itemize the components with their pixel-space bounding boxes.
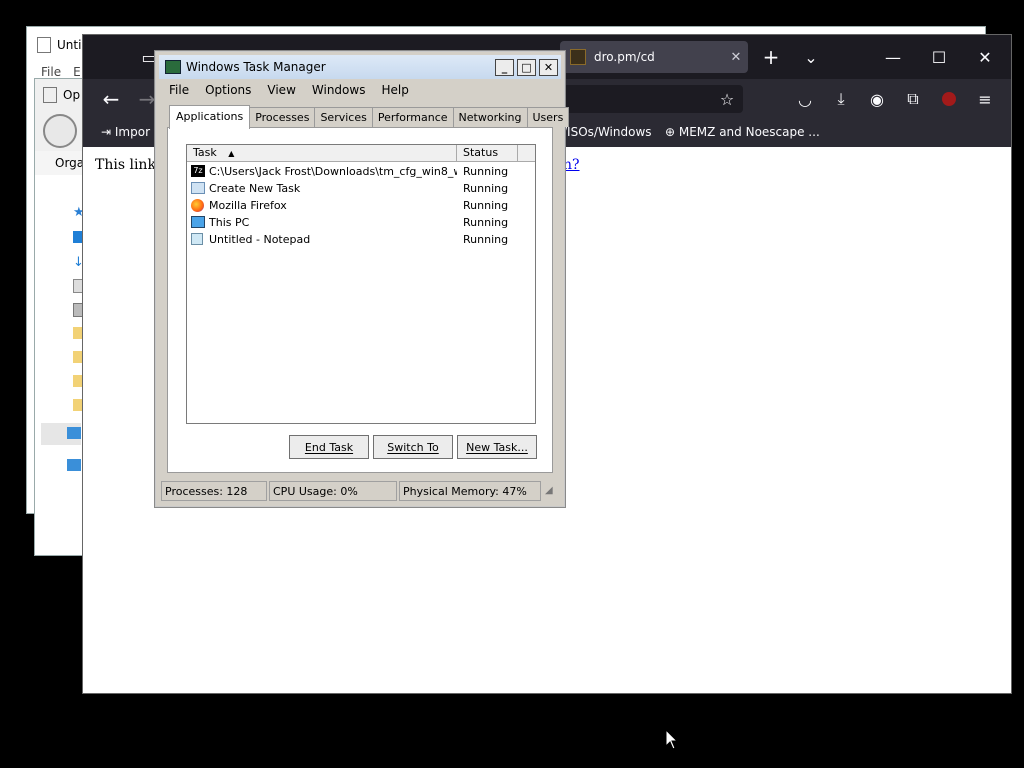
- task-manager-tabs: Applications Processes Services Performa…: [169, 105, 570, 129]
- new-task-button[interactable]: New Task...: [457, 435, 537, 459]
- explorer-title: Op: [63, 88, 81, 102]
- notepad-icon: [37, 37, 51, 53]
- menu-view[interactable]: View: [259, 81, 303, 99]
- end-task-button[interactable]: End Task: [289, 435, 369, 459]
- tab-favicon-icon: [570, 49, 586, 65]
- task-manager-titlebar[interactable]: Windows Task Manager _ □ ✕: [159, 55, 561, 79]
- tab-title: dro.pm/cd: [594, 50, 655, 64]
- menu-options[interactable]: Options: [197, 81, 259, 99]
- list-tabs-chevron-icon[interactable]: ⌄: [791, 35, 831, 79]
- tab-processes[interactable]: Processes: [249, 107, 316, 127]
- run-icon: [191, 182, 205, 194]
- task-manager-icon: [165, 60, 181, 74]
- maximize-icon[interactable]: ☐: [919, 35, 959, 79]
- bookmark-star-icon[interactable]: ☆: [713, 85, 741, 113]
- task-row[interactable]: Mozilla Firefox Running: [191, 197, 531, 214]
- firefox-icon: [191, 199, 204, 212]
- 7zip-icon: 7z: [191, 165, 205, 177]
- task-manager-window[interactable]: Windows Task Manager _ □ ✕ File Options …: [154, 50, 570, 508]
- notepad-title: Unti: [57, 38, 82, 52]
- task-list[interactable]: Task ▲ Status 7z C:\Users\Jack Frost\Dow…: [186, 144, 536, 424]
- task-manager-menubar: File Options View Windows Help: [161, 81, 417, 99]
- menu-help[interactable]: Help: [373, 81, 416, 99]
- explorer-icon: [43, 87, 57, 103]
- this-pc-selected-row[interactable]: [41, 423, 81, 445]
- task-manager-statusbar: Processes: 128 CPU Usage: 0% Physical Me…: [161, 481, 559, 501]
- column-status[interactable]: Status: [458, 145, 518, 161]
- computer-icon: [191, 216, 205, 228]
- notepad-menu-edit[interactable]: E: [73, 65, 81, 79]
- bookmark-memz[interactable]: ⊕ MEMZ and Noescape ...: [665, 125, 820, 139]
- task-row[interactable]: Untitled - Notepad Running: [191, 231, 531, 248]
- close-button[interactable]: ✕: [539, 58, 558, 76]
- status-cpu: CPU Usage: 0%: [269, 481, 397, 501]
- organize-label: Orga: [55, 156, 85, 170]
- tab-services[interactable]: Services: [314, 107, 373, 127]
- notepad-icon: [191, 233, 203, 245]
- tab-close-icon[interactable]: ✕: [724, 50, 748, 65]
- task-row[interactable]: Create New Task Running: [191, 180, 531, 197]
- maximize-button[interactable]: □: [517, 58, 536, 76]
- close-icon[interactable]: ✕: [965, 35, 1005, 79]
- tab-users[interactable]: Users: [526, 107, 570, 127]
- menu-file[interactable]: File: [161, 81, 197, 99]
- resize-grip-icon[interactable]: ◢: [545, 485, 557, 499]
- network-icon[interactable]: [67, 459, 81, 471]
- minimize-button[interactable]: _: [495, 58, 514, 76]
- minimize-icon[interactable]: —: [873, 35, 913, 79]
- firefox-tab[interactable]: dro.pm/cd ✕: [560, 41, 748, 73]
- pocket-icon[interactable]: ◡: [791, 85, 819, 113]
- task-row[interactable]: 7z C:\Users\Jack Frost\Downloads\tm_cfg_…: [191, 163, 531, 180]
- extensions-icon[interactable]: ⧉: [899, 85, 927, 113]
- task-row[interactable]: This PC Running: [191, 214, 531, 231]
- computer-icon: [67, 427, 81, 439]
- account-icon[interactable]: ◉: [863, 85, 891, 113]
- switch-to-button[interactable]: Switch To: [373, 435, 453, 459]
- new-tab-icon[interactable]: +: [751, 35, 791, 79]
- tab-performance[interactable]: Performance: [371, 107, 454, 127]
- ublock-icon[interactable]: [935, 85, 963, 113]
- column-task[interactable]: Task ▲: [187, 145, 457, 161]
- bookmark-isos[interactable]: /ISOs/Windows: [563, 125, 652, 139]
- downloads-icon[interactable]: ⤓: [827, 85, 855, 113]
- tab-applications[interactable]: Applications: [169, 105, 251, 129]
- bookmark-import[interactable]: ⇥ Impor: [101, 125, 150, 139]
- menu-hamburger-icon[interactable]: ≡: [971, 85, 999, 113]
- menu-windows[interactable]: Windows: [304, 81, 374, 99]
- status-memory: Physical Memory: 47%: [399, 481, 541, 501]
- tab-networking[interactable]: Networking: [452, 107, 528, 127]
- sort-asc-icon: ▲: [228, 149, 235, 158]
- mouse-cursor-icon: [665, 729, 679, 750]
- task-manager-title: Windows Task Manager: [186, 60, 326, 74]
- task-list-header: Task ▲ Status: [187, 145, 535, 162]
- notepad-menu-file[interactable]: File: [41, 65, 61, 79]
- back-nav-icon[interactable]: [43, 114, 77, 148]
- applications-panel: Task ▲ Status 7z C:\Users\Jack Frost\Dow…: [167, 127, 553, 473]
- status-processes: Processes: 128: [161, 481, 267, 501]
- back-arrow-icon[interactable]: ←: [97, 85, 125, 113]
